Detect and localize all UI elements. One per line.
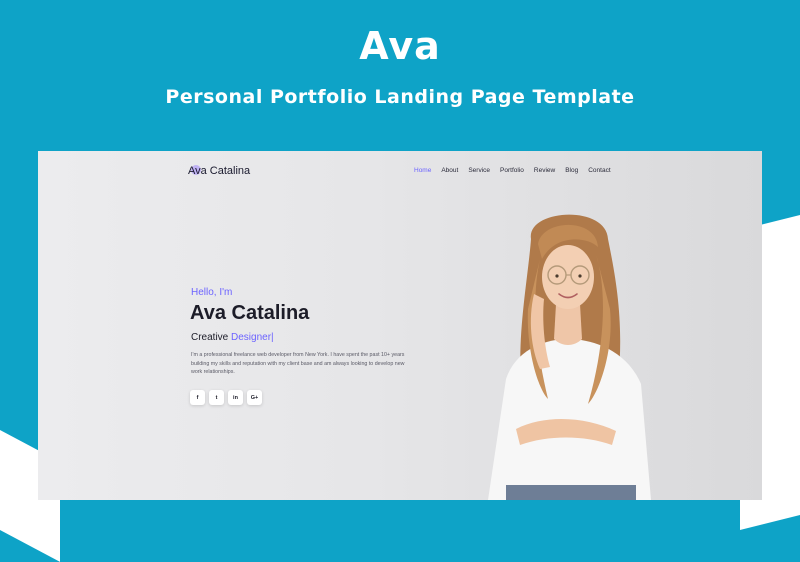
hero-role-accent: Designer xyxy=(231,332,272,343)
hero-name: Ava Catalina xyxy=(190,302,310,324)
preview-navbar: Ava Catalina Home About Service Portfoli… xyxy=(38,161,762,181)
nav-item-portfolio[interactable]: Portfolio xyxy=(500,161,524,181)
nav-item-home[interactable]: Home xyxy=(414,161,431,181)
social-links: f t in G+ xyxy=(190,390,262,405)
logo-text: Ava Catalina xyxy=(188,165,251,177)
portrait-image xyxy=(488,214,651,500)
twitter-icon[interactable]: t xyxy=(209,390,224,405)
logo[interactable]: Ava Catalina xyxy=(188,161,250,181)
google-plus-icon[interactable]: G+ xyxy=(247,390,262,405)
hero-role: Creative Designer| xyxy=(191,332,274,343)
hero-role-prefix: Creative xyxy=(191,332,232,343)
banner-subtitle: Personal Portfolio Landing Page Template xyxy=(165,86,635,108)
nav-item-service[interactable]: Service xyxy=(468,161,490,181)
nav-item-contact[interactable]: Contact xyxy=(588,161,610,181)
hero-greeting: Hello, I'm xyxy=(191,287,233,298)
typing-cursor: | xyxy=(271,332,274,343)
nav-item-review[interactable]: Review xyxy=(534,161,555,181)
facebook-icon[interactable]: f xyxy=(190,390,205,405)
nav-menu: Home About Service Portfolio Review Blog… xyxy=(414,161,611,181)
template-preview: Ava Catalina Home About Service Portfoli… xyxy=(38,151,762,500)
nav-item-about[interactable]: About xyxy=(441,161,458,181)
hero-description: I'm a professional freelance web develop… xyxy=(191,352,405,376)
nav-item-blog[interactable]: Blog xyxy=(565,161,578,181)
linkedin-icon[interactable]: in xyxy=(228,390,243,405)
banner-title: Ava xyxy=(359,24,441,68)
